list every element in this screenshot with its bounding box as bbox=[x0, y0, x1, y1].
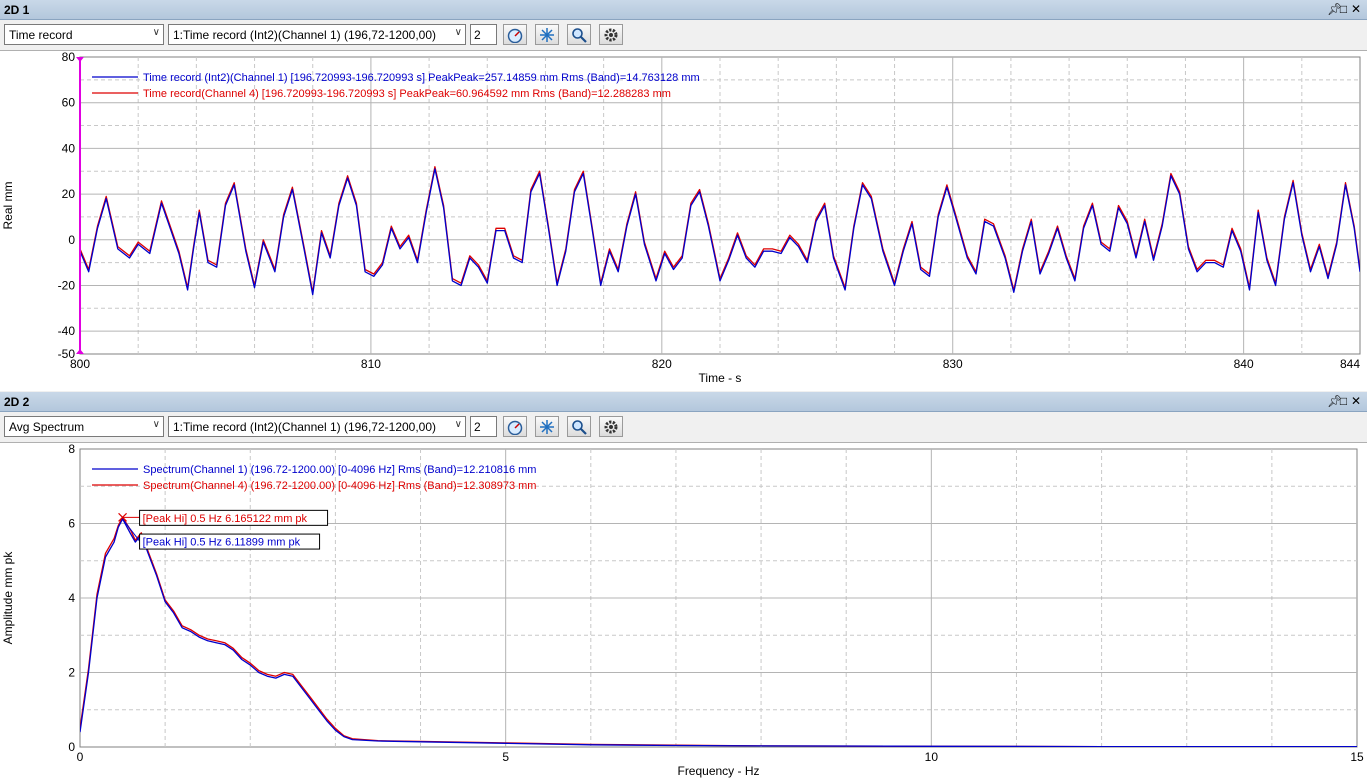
y-tick-label: 20 bbox=[62, 187, 76, 201]
x-axis-label: Frequency - Hz bbox=[677, 764, 759, 778]
freeze-icon bbox=[540, 420, 554, 434]
settings-icon bbox=[604, 420, 618, 434]
zoom-icon bbox=[572, 28, 587, 43]
x-tick-label: 15 bbox=[1350, 750, 1364, 764]
x-tick-label: 820 bbox=[652, 357, 672, 371]
time-record-chart[interactable]: 806040200-20-40-50800 810 820 830 840 844Time… bbox=[0, 51, 1367, 391]
y-tick-label: 0 bbox=[68, 740, 75, 754]
count-value: 2 bbox=[474, 28, 481, 42]
panel-toolbar: Avg Spectrum ∨ 1:Time record (Int2)(Chan… bbox=[0, 412, 1367, 441]
x-tick-label: 840 bbox=[1234, 357, 1254, 371]
view-type-value: Time record bbox=[9, 28, 73, 42]
panel-2d-2: 2D 2 📌︎□✕ Avg Spectrum ∨ 1:Time record (… bbox=[0, 392, 1367, 779]
dial-button[interactable] bbox=[503, 24, 527, 45]
zoom-icon bbox=[572, 420, 587, 435]
panel-2d-1: 2D 1 📌︎□✕ Time record ∨ 1:Time record (I… bbox=[0, 0, 1367, 391]
y-axis-label: Amplitude mm pk bbox=[1, 551, 15, 645]
chevron-down-icon: ∨ bbox=[152, 27, 160, 38]
x-tick-label: 10 bbox=[925, 750, 939, 764]
legend-entry: Time record (Int2)(Channel 1) [196.72099… bbox=[143, 72, 700, 84]
y-tick-label: 0 bbox=[68, 233, 75, 247]
zoom-button[interactable] bbox=[567, 416, 591, 437]
source-select[interactable]: 1:Time record (Int2)(Channel 1) (196,72-… bbox=[168, 24, 466, 45]
chevron-down-icon: ∨ bbox=[454, 27, 462, 38]
chevron-down-icon: ∨ bbox=[454, 419, 462, 430]
panel-titlebar[interactable]: 2D 1 📌︎□✕ bbox=[0, 0, 1367, 20]
settings-icon bbox=[604, 28, 618, 42]
y-tick-label: 8 bbox=[68, 443, 75, 456]
source-value: 1:Time record (Int2)(Channel 1) (196,72-… bbox=[173, 420, 437, 434]
view-type-select[interactable]: Time record ∨ bbox=[4, 24, 164, 45]
x-tick-label: 810 bbox=[361, 357, 381, 371]
count-input[interactable]: 2 bbox=[470, 24, 497, 45]
annotation-text: [Peak Hi] 0.5 Hz 6.11899 mm pk bbox=[143, 537, 301, 549]
x-tick-label: 844 bbox=[1340, 357, 1360, 371]
zoom-button[interactable] bbox=[567, 24, 591, 45]
panel-title: 2D 1 bbox=[4, 3, 30, 17]
y-tick-label: 40 bbox=[62, 141, 76, 155]
source-select[interactable]: 1:Time record (Int2)(Channel 1) (196,72-… bbox=[168, 416, 466, 437]
chevron-down-icon: ∨ bbox=[152, 419, 160, 430]
freeze-button[interactable] bbox=[535, 416, 559, 437]
annotation-text: [Peak Hi] 0.5 Hz 6.165122 mm pk bbox=[143, 513, 308, 525]
legend-entry: Spectrum(Channel 1) (196.72-1200.00) [0-… bbox=[143, 464, 536, 476]
panel-toolbar: Time record ∨ 1:Time record (Int2)(Chann… bbox=[0, 20, 1367, 49]
spectrum-chart[interactable]: 8 6 4 2 00 5 10 15 Frequency - Hz Amplitude mm pk… bbox=[0, 443, 1367, 779]
y-tick-label: -20 bbox=[58, 278, 76, 292]
y-tick-label: -40 bbox=[58, 324, 76, 338]
x-axis-label: Time - s bbox=[699, 371, 742, 385]
close-icon[interactable]: ✕ bbox=[1351, 394, 1363, 408]
x-tick-label: 0 bbox=[77, 750, 84, 764]
dial-icon bbox=[507, 28, 523, 43]
plot-area[interactable]: 8 6 4 2 0 0 5 10 15 Frequency - Hz Amplitude mm pk… bbox=[0, 442, 1367, 779]
count-value: 2 bbox=[474, 420, 481, 434]
close-icon[interactable]: ✕ bbox=[1351, 2, 1363, 16]
y-tick-label: 2 bbox=[68, 666, 75, 680]
count-input[interactable]: 2 bbox=[470, 416, 497, 437]
dial-button[interactable] bbox=[503, 416, 527, 437]
restore-icon[interactable]: □ bbox=[1339, 2, 1351, 16]
view-type-select[interactable]: Avg Spectrum ∨ bbox=[4, 416, 164, 437]
panel-titlebar[interactable]: 2D 2 📌︎□✕ bbox=[0, 392, 1367, 412]
y-axis-label: Real mm bbox=[1, 181, 15, 229]
x-tick-label: 800 bbox=[70, 357, 90, 371]
settings-button[interactable] bbox=[599, 416, 623, 437]
dial-icon bbox=[507, 420, 523, 435]
freeze-button[interactable] bbox=[535, 24, 559, 45]
settings-button[interactable] bbox=[599, 24, 623, 45]
source-value: 1:Time record (Int2)(Channel 1) (196,72-… bbox=[173, 28, 437, 42]
panel-title: 2D 2 bbox=[4, 395, 30, 409]
x-tick-label: 830 bbox=[943, 357, 963, 371]
legend-entry: Spectrum(Channel 4) (196.72-1200.00) [0-… bbox=[143, 480, 536, 492]
legend-entry: Time record(Channel 4) [196.720993-196.7… bbox=[143, 88, 671, 100]
y-tick-label: 60 bbox=[62, 96, 76, 110]
plot-area[interactable]: 80 60 40 20 0 -20 -40 -50 800 810 820 830 840 844 Time… bbox=[0, 50, 1367, 391]
y-tick-label: 6 bbox=[68, 517, 75, 531]
y-tick-label: 80 bbox=[62, 51, 76, 64]
freeze-icon bbox=[540, 28, 554, 42]
x-tick-label: 5 bbox=[502, 750, 509, 764]
pin-icon[interactable]: 📌︎ bbox=[1327, 394, 1342, 408]
y-tick-label: 4 bbox=[68, 591, 75, 605]
pin-icon[interactable]: 📌︎ bbox=[1327, 2, 1342, 16]
view-type-value: Avg Spectrum bbox=[9, 420, 85, 434]
restore-icon[interactable]: □ bbox=[1339, 394, 1351, 408]
